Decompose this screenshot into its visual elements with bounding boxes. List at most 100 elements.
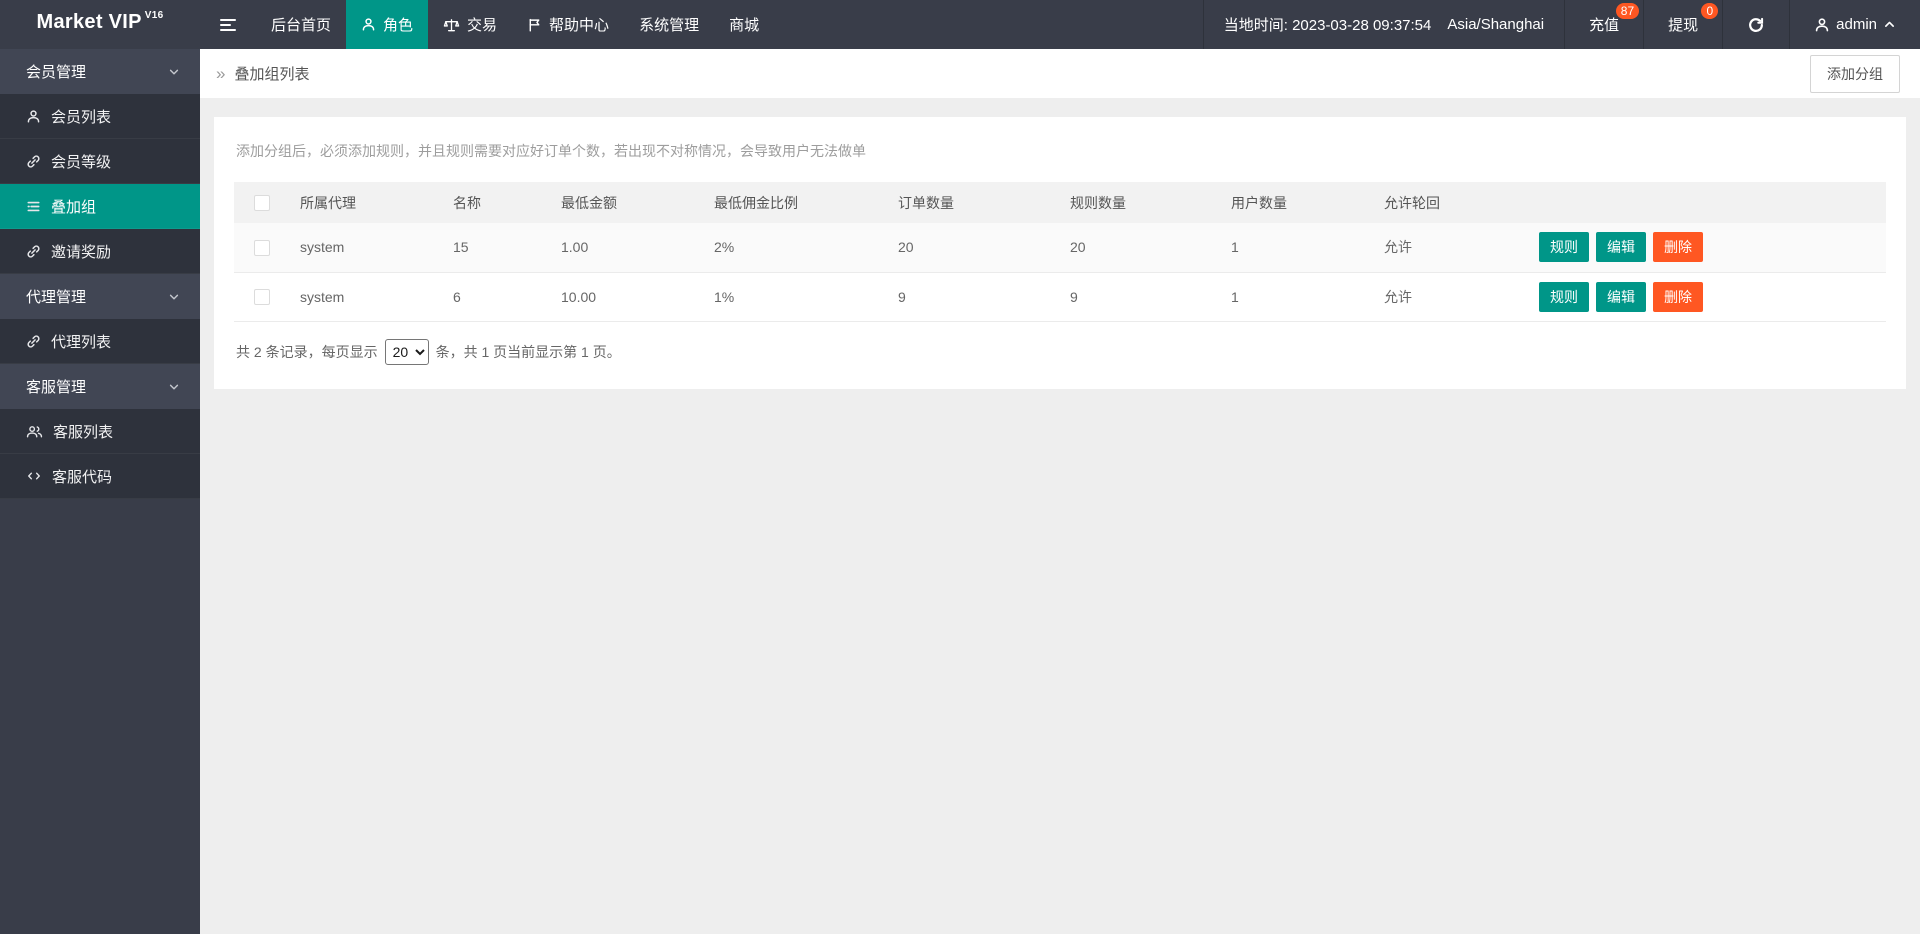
table-row: system 6 10.00 1% 9 9 1 允许 规则 编辑 删除 bbox=[234, 272, 1886, 322]
chevron-down-icon bbox=[168, 291, 180, 303]
cell: 9 bbox=[1060, 272, 1221, 322]
column-header: 所属代理 bbox=[290, 182, 443, 223]
cell: 允许 bbox=[1374, 272, 1520, 322]
row-checkbox[interactable] bbox=[254, 289, 270, 306]
column-header: 订单数量 bbox=[888, 182, 1060, 223]
row-actions: 规则 编辑 删除 bbox=[1520, 223, 1886, 273]
nav-item-label: 商城 bbox=[729, 17, 760, 34]
user-menu[interactable]: admin bbox=[1789, 0, 1920, 49]
column-header: 允许轮回 bbox=[1374, 182, 1520, 223]
local-time-block: 当地时间: 2023-03-28 09:37:54 Asia/Shanghai bbox=[1202, 0, 1564, 49]
nav-item-1[interactable]: 角色 bbox=[346, 0, 429, 49]
refresh-button[interactable] bbox=[1722, 0, 1789, 49]
sidebar-item-2[interactable]: 会员等级 bbox=[0, 139, 200, 184]
cell: 1 bbox=[1221, 272, 1374, 322]
nav-item-5[interactable]: 商城 bbox=[714, 0, 774, 49]
sidebar-item-label: 客服列表 bbox=[53, 423, 114, 441]
delete-button[interactable]: 删除 bbox=[1653, 281, 1703, 312]
cell: system bbox=[290, 223, 443, 273]
sidebar-item-label: 叠加组 bbox=[51, 198, 97, 216]
app-logo-version: V16 bbox=[144, 10, 164, 21]
column-header: 名称 bbox=[443, 182, 551, 223]
sidebar-item-4[interactable]: 邀请奖励 bbox=[0, 229, 200, 274]
sidebar-item-7[interactable]: 客服管理 bbox=[0, 364, 200, 409]
sidebar-item-label: 邀请奖励 bbox=[51, 243, 112, 261]
select-all-checkbox[interactable] bbox=[254, 195, 270, 212]
code-icon bbox=[26, 469, 42, 483]
withdraw-button[interactable]: 提现 0 bbox=[1643, 0, 1722, 49]
rules-button[interactable]: 规则 bbox=[1539, 232, 1589, 263]
recharge-label: 充值 bbox=[1589, 17, 1620, 34]
table-row: system 15 1.00 2% 20 20 1 允许 规则 编辑 删除 bbox=[234, 223, 1886, 273]
sidebar-collapse-button[interactable] bbox=[200, 0, 256, 49]
withdraw-label: 提现 bbox=[1668, 17, 1699, 34]
sidebar-item-3[interactable]: 叠加组 bbox=[0, 184, 200, 229]
breadcrumb-bar: » 叠加组列表 添加分组 bbox=[200, 49, 1920, 98]
edit-button[interactable]: 编辑 bbox=[1596, 232, 1646, 263]
nav-item-4[interactable]: 系统管理 bbox=[624, 0, 714, 49]
sidebar-item-label: 客服管理 bbox=[26, 379, 87, 396]
column-header: 用户数量 bbox=[1221, 182, 1374, 223]
person-icon bbox=[26, 109, 41, 124]
group-list-card: 添加分组后，必须添加规则，并且规则需要对应好订单个数，若出现不对称情况，会导致用… bbox=[214, 117, 1906, 389]
sidebar-item-1[interactable]: 会员列表 bbox=[0, 94, 200, 139]
cell: 1.00 bbox=[551, 223, 704, 273]
page-title: 叠加组列表 bbox=[234, 66, 310, 83]
navbar-right: 当地时间: 2023-03-28 09:37:54 Asia/Shanghai … bbox=[1202, 0, 1920, 49]
app-logo-text: Market VIP bbox=[36, 11, 142, 33]
nav-item-label: 后台首页 bbox=[271, 17, 332, 34]
cell: 10.00 bbox=[551, 272, 704, 322]
hamburger-icon bbox=[219, 17, 237, 33]
sidebar-item-9[interactable]: 客服代码 bbox=[0, 454, 200, 499]
delete-button[interactable]: 删除 bbox=[1653, 232, 1703, 263]
row-select-cell bbox=[234, 272, 290, 322]
chevron-down-icon bbox=[168, 381, 180, 393]
sidebar-item-label: 会员列表 bbox=[51, 108, 112, 126]
top-navbar: Market VIP V16 后台首页 角色 交易 帮助中心 系统管理 商城 当地时间: … bbox=[0, 0, 1920, 49]
rules-button[interactable]: 规则 bbox=[1539, 281, 1589, 312]
column-header-actions bbox=[1520, 182, 1886, 223]
row-actions: 规则 编辑 删除 bbox=[1520, 272, 1886, 322]
table-header-row: 所属代理 名称 最低金额 最低佣金比例 订单数量 规则数量 用户数量 允许轮回 bbox=[234, 182, 1886, 223]
select-all-cell bbox=[234, 182, 290, 223]
cell: system bbox=[290, 272, 443, 322]
nav-item-2[interactable]: 交易 bbox=[428, 0, 512, 49]
recharge-badge: 87 bbox=[1615, 3, 1640, 19]
edit-button[interactable]: 编辑 bbox=[1596, 281, 1646, 312]
pagination-prefix: 共 2 条记录，每页显示 bbox=[236, 343, 378, 360]
user-icon bbox=[1814, 17, 1830, 33]
app-logo: Market VIP V16 bbox=[0, 0, 200, 49]
local-time-label: 当地时间: 2023-03-28 09:37:54 bbox=[1223, 17, 1432, 34]
sidebar-item-5[interactable]: 代理管理 bbox=[0, 274, 200, 319]
chevron-down-icon bbox=[168, 66, 180, 78]
page-size-select[interactable]: 20 bbox=[384, 338, 429, 365]
nav-item-3[interactable]: 帮助中心 bbox=[512, 0, 624, 49]
recharge-button[interactable]: 充值 87 bbox=[1564, 0, 1643, 49]
nav-item-label: 角色 bbox=[383, 17, 414, 34]
cell: 1 bbox=[1221, 223, 1374, 273]
breadcrumb: » 叠加组列表 bbox=[216, 63, 309, 84]
breadcrumb-icon: » bbox=[216, 64, 226, 83]
sidebar-item-0[interactable]: 会员管理 bbox=[0, 49, 200, 94]
nav-item-label: 交易 bbox=[467, 17, 498, 34]
main-content: 添加分组后，必须添加规则，并且规则需要对应好订单个数，若出现不对称情况，会导致用… bbox=[200, 98, 1920, 389]
groups-table: 所属代理 名称 最低金额 最低佣金比例 订单数量 规则数量 用户数量 允许轮回 system 1… bbox=[234, 182, 1886, 322]
pagination-suffix: 条，共 1 页当前显示第 1 页。 bbox=[435, 343, 621, 360]
chevron-up-icon bbox=[1883, 18, 1896, 31]
sidebar-item-label: 会员等级 bbox=[51, 153, 112, 171]
cell: 20 bbox=[888, 223, 1060, 273]
flag-icon bbox=[527, 17, 542, 33]
link-icon bbox=[26, 154, 41, 169]
sidebar-nav: 会员管理会员列表会员等级叠加组邀请奖励代理管理 代理列表客服管理客服列表客服代码 bbox=[0, 49, 200, 934]
sidebar-item-label: 客服代码 bbox=[52, 468, 113, 486]
add-group-button[interactable]: 添加分组 bbox=[1810, 54, 1900, 93]
sidebar-item-label: 会员管理 bbox=[26, 64, 87, 81]
cell: 1% bbox=[704, 272, 888, 322]
scales-icon bbox=[443, 17, 460, 33]
sidebar-item-8[interactable]: 客服列表 bbox=[0, 409, 200, 454]
nav-item-0[interactable]: 后台首页 bbox=[256, 0, 346, 49]
row-checkbox[interactable] bbox=[254, 239, 270, 256]
sidebar-item-6[interactable]: 代理列表 bbox=[0, 319, 200, 364]
list-icon bbox=[26, 199, 41, 214]
refresh-icon bbox=[1747, 16, 1765, 34]
